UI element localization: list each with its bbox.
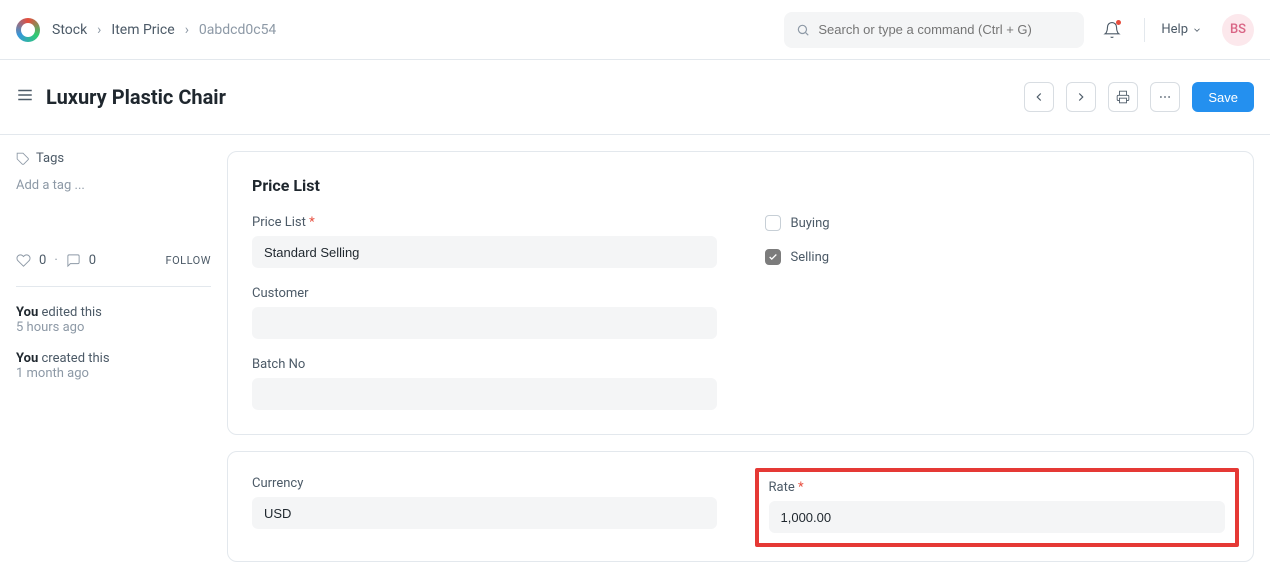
breadcrumb-record-id[interactable]: 0abdcd0c54	[199, 22, 276, 38]
help-menu[interactable]: Help	[1161, 22, 1202, 37]
activity-action: created this	[38, 351, 109, 366]
dot-separator: ·	[54, 253, 57, 268]
add-tag-input[interactable]: Add a tag ...	[16, 178, 211, 193]
printer-icon	[1116, 90, 1130, 104]
search-input[interactable]	[818, 22, 1072, 37]
required-indicator: *	[798, 480, 804, 495]
customer-label: Customer	[252, 286, 717, 301]
heart-icon[interactable]	[16, 253, 31, 268]
price-list-section: Price List Price List * Customer Batch N…	[227, 151, 1254, 435]
currency-rate-section: Currency Rate *	[227, 451, 1254, 562]
follow-button[interactable]: FOLLOW	[166, 254, 211, 267]
activity-actor: You	[16, 351, 38, 366]
tag-icon	[16, 152, 30, 166]
activity-actor: You	[16, 305, 38, 320]
breadcrumb-stock[interactable]: Stock	[52, 22, 87, 38]
page-title: Luxury Plastic Chair	[46, 85, 226, 109]
tags-section-label: Tags	[16, 151, 211, 166]
buying-checkbox[interactable]	[765, 215, 781, 231]
currency-label: Currency	[252, 476, 717, 491]
menu-icon	[16, 86, 34, 104]
comments-count: 0	[89, 253, 96, 268]
more-horizontal-icon	[1158, 90, 1172, 104]
chevron-right-icon: ›	[185, 22, 189, 38]
likes-count: 0	[39, 253, 46, 268]
notification-dot-icon	[1116, 20, 1121, 25]
tags-label-text: Tags	[36, 151, 64, 166]
selling-checkbox[interactable]	[765, 249, 781, 265]
print-button[interactable]	[1108, 82, 1138, 112]
activity-item: You edited this 5 hours ago	[16, 305, 211, 335]
activity-time: 5 hours ago	[16, 320, 211, 335]
batch-no-label: Batch No	[252, 357, 717, 372]
rate-field[interactable]	[769, 501, 1226, 533]
search-icon	[796, 23, 810, 37]
section-title: Price List	[252, 176, 1229, 195]
breadcrumb: Stock › Item Price › 0abdcd0c54	[52, 22, 276, 38]
price-list-field[interactable]	[252, 236, 717, 268]
required-indicator: *	[309, 215, 315, 230]
batch-no-field[interactable]	[252, 378, 717, 410]
buying-label: Buying	[791, 216, 830, 231]
next-record-button[interactable]	[1066, 82, 1096, 112]
divider	[1144, 18, 1145, 42]
activity-item: You created this 1 month ago	[16, 351, 211, 381]
rate-highlight: Rate *	[755, 468, 1240, 547]
help-label: Help	[1161, 22, 1188, 37]
price-list-label: Price List *	[252, 215, 717, 230]
app-logo[interactable]	[16, 18, 40, 42]
activity-action: edited this	[38, 305, 102, 320]
notifications-button[interactable]	[1096, 14, 1128, 46]
save-button[interactable]: Save	[1192, 82, 1254, 112]
rate-label: Rate *	[769, 480, 1226, 495]
prev-record-button[interactable]	[1024, 82, 1054, 112]
global-search[interactable]	[784, 12, 1084, 48]
more-actions-button[interactable]	[1150, 82, 1180, 112]
chevron-right-icon: ›	[97, 22, 101, 38]
chevron-right-icon	[1074, 90, 1088, 104]
chevron-down-icon	[1192, 25, 1202, 35]
breadcrumb-item-price[interactable]: Item Price	[111, 22, 174, 38]
sidebar-toggle[interactable]	[16, 86, 34, 108]
customer-field[interactable]	[252, 307, 717, 339]
activity-time: 1 month ago	[16, 366, 211, 381]
user-avatar[interactable]: BS	[1222, 14, 1254, 46]
comment-icon[interactable]	[66, 253, 81, 268]
chevron-left-icon	[1032, 90, 1046, 104]
selling-label: Selling	[791, 250, 830, 265]
currency-field[interactable]	[252, 497, 717, 529]
